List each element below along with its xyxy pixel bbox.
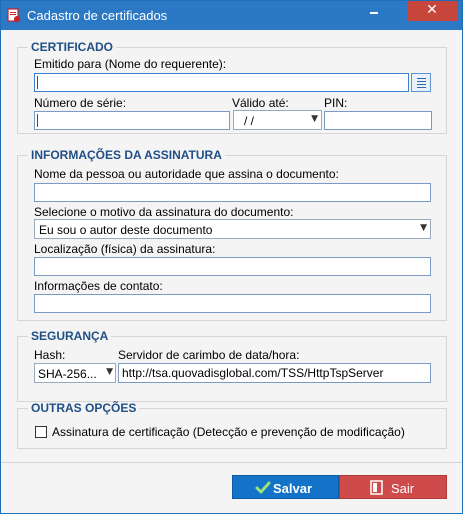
close-icon: ✕ bbox=[426, 2, 438, 18]
hash-value: SHA-256... bbox=[38, 367, 97, 381]
minimize-button[interactable] bbox=[357, 1, 391, 21]
servidor-label: Servidor de carimbo de data/hora: bbox=[118, 348, 300, 362]
pin-label: PIN: bbox=[324, 96, 348, 110]
dialog-window: Cadastro de certificados ✕ CERTIFICADO E… bbox=[0, 0, 463, 514]
certificate-app-icon bbox=[7, 8, 20, 22]
certificado-group: CERTIFICADO Emitido para (Nome do requer… bbox=[17, 41, 447, 134]
certificado-legend: CERTIFICADO bbox=[28, 41, 116, 54]
certificacao-label[interactable]: Assinatura de certificação (Detecção e p… bbox=[52, 425, 405, 439]
footer-divider bbox=[1, 462, 462, 463]
exit-door-icon bbox=[370, 480, 383, 495]
contato-input[interactable] bbox=[34, 294, 431, 313]
emitido-label: Emitido para (Nome do requerente): bbox=[34, 57, 227, 71]
motivo-value: Eu sou o autor deste documento bbox=[39, 223, 213, 237]
nome-label: Nome da pessoa ou autoridade que assina … bbox=[34, 167, 339, 181]
save-label: Salvar bbox=[273, 481, 313, 496]
outras-group: OUTRAS OPÇÕES Assinatura de certificação… bbox=[17, 402, 447, 449]
emitido-input[interactable] bbox=[34, 73, 409, 92]
hash-select[interactable]: SHA-256... ▼ bbox=[34, 363, 116, 383]
valido-value: / / bbox=[244, 114, 255, 128]
nome-input[interactable] bbox=[34, 183, 431, 202]
chevron-down-icon: ▼ bbox=[420, 223, 427, 233]
check-icon bbox=[255, 481, 271, 494]
close-button[interactable]: ✕ bbox=[407, 1, 457, 21]
pin-input[interactable] bbox=[324, 111, 432, 130]
certificacao-checkbox[interactable] bbox=[35, 426, 47, 438]
serie-label: Número de série: bbox=[34, 96, 127, 110]
assinatura-legend: INFORMAÇÕES DA ASSINATURA bbox=[28, 149, 225, 162]
seguranca-legend: SEGURANÇA bbox=[28, 330, 112, 343]
text-caret bbox=[37, 76, 38, 89]
valido-label: Válido até: bbox=[232, 96, 289, 110]
window-title: Cadastro de certificados bbox=[27, 8, 168, 23]
lookup-button[interactable] bbox=[411, 73, 431, 92]
outras-legend: OUTRAS OPÇÕES bbox=[28, 402, 140, 415]
servidor-input[interactable]: http://tsa.quovadisglobal.com/TSS/HttpTs… bbox=[118, 363, 431, 383]
valido-date-picker[interactable]: / / ▼ bbox=[233, 110, 322, 130]
serie-caret bbox=[37, 114, 38, 127]
motivo-label: Selecione o motivo da assinatura do docu… bbox=[34, 205, 294, 219]
minimize-icon bbox=[370, 12, 378, 14]
chevron-down-icon: ▼ bbox=[311, 114, 318, 124]
chevron-down-icon: ▼ bbox=[106, 367, 113, 377]
title-bar[interactable]: Cadastro de certificados ✕ bbox=[1, 1, 462, 30]
hash-label: Hash: bbox=[34, 348, 66, 362]
motivo-select[interactable]: Eu sou o autor deste documento ▼ bbox=[34, 219, 431, 239]
exit-button[interactable]: Sair bbox=[339, 475, 447, 499]
localizacao-input[interactable] bbox=[34, 257, 431, 276]
dialog-body: CERTIFICADO Emitido para (Nome do requer… bbox=[1, 30, 462, 513]
save-button[interactable]: Salvar bbox=[232, 475, 339, 499]
seguranca-group: SEGURANÇA Hash: Servidor de carimbo de d… bbox=[17, 330, 447, 402]
serie-input[interactable] bbox=[34, 111, 230, 130]
localizacao-label: Localização (física) da assinatura: bbox=[34, 242, 216, 256]
assinatura-group: INFORMAÇÕES DA ASSINATURA Nome da pessoa… bbox=[17, 149, 447, 321]
exit-label: Sair bbox=[391, 481, 415, 496]
contato-label: Informações de contato: bbox=[34, 279, 163, 293]
